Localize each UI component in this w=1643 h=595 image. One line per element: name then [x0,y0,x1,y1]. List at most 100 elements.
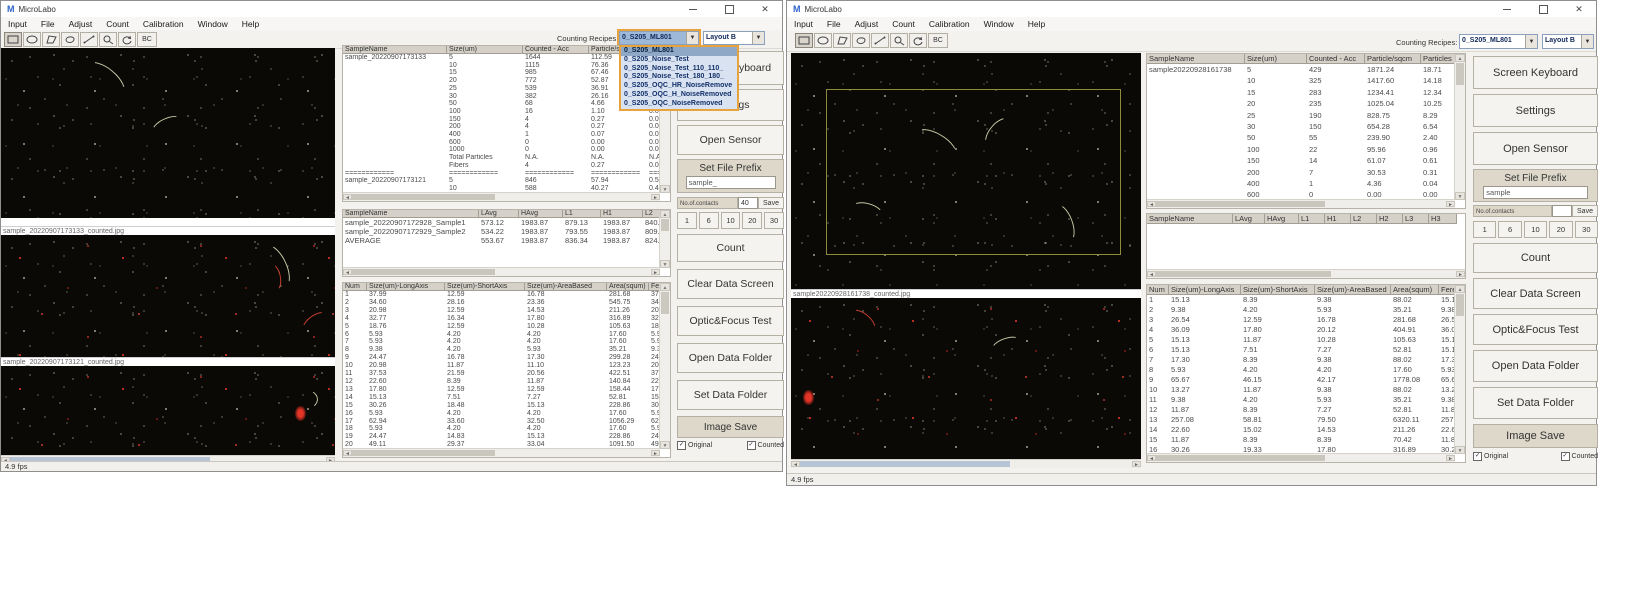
screen-keyboard-button[interactable]: Screen Keyboard [1473,56,1598,89]
menu-item[interactable]: Window [191,19,235,29]
rotate-tool-icon[interactable] [909,33,927,48]
optic-focus-test-button[interactable]: Optic&Focus Test [1473,314,1598,345]
recipe-option[interactable]: 0_S205_Noise_Test_110_110_ [621,65,737,74]
file-prefix-input[interactable] [1483,186,1587,199]
scroll-up-arrow-icon[interactable]: ▲ [660,283,670,291]
minimize-button[interactable] [1496,2,1518,16]
menu-item[interactable]: Help [235,19,266,29]
contact-count-button[interactable]: 6 [699,212,719,229]
rect-select-tool-icon[interactable] [4,32,22,47]
table-row[interactable]: NumSize(um)-LongAxisSize(um)-ShortAxisSi… [1147,285,1465,295]
table-row[interactable]: 965.6746.1542.171778.0865.6 [1147,375,1465,385]
table-row[interactable]: 717.308.399.3888.0217.3 [1147,355,1465,365]
save-button[interactable]: Save [1572,205,1598,217]
scroll-right-arrow-icon[interactable]: ► [1132,461,1141,467]
scroll-down-arrow-icon[interactable]: ▼ [1455,192,1465,200]
vertical-scrollbar[interactable]: ▲▼ [1454,285,1465,454]
scroll-left-arrow-icon[interactable]: ◄ [343,194,352,200]
recipe-option[interactable]: 0_S205_OQC_HR_NoiseRemove [621,82,737,91]
menu-item[interactable]: Help [1021,19,1052,29]
table-row[interactable]: 165.934.204.2017.605.9 [343,410,670,418]
table-row[interactable]: 89.384.205.9335.219.3 [343,346,670,354]
chevron-down-icon[interactable]: ▼ [752,32,764,44]
bc-button[interactable]: BC [137,32,157,47]
table-row[interactable]: 20040.270.0 [343,123,670,131]
counting-recipes-combobox[interactable]: 0_S205_ML801▼ [1459,34,1538,49]
table-row[interactable]: 1137.5321.5920.56422.5137 [343,370,670,378]
scroll-down-arrow-icon[interactable]: ▼ [660,260,670,268]
table-row[interactable]: 103251417.6014.18 [1147,75,1465,86]
settings-button[interactable]: Settings [1473,94,1598,127]
freeform-select-tool-icon[interactable] [61,32,79,47]
image-horizontal-scrollbar[interactable]: ◄► [791,459,1141,468]
open-sensor-button[interactable]: Open Sensor [1473,132,1598,165]
counted-checkbox[interactable]: ✓Counted [1561,452,1598,461]
scroll-right-arrow-icon[interactable]: ► [651,450,660,456]
set-file-prefix-button[interactable]: Set File Prefix [677,159,784,193]
table-row[interactable]: sample_20220907172929_Sample2534.221983.… [343,227,670,236]
table-row[interactable]: ========================================… [343,170,670,178]
counted-image-view[interactable] [791,298,1141,459]
close-button[interactable]: ✕ [1568,2,1590,16]
table-row[interactable]: 1501461.070.61 [1147,155,1465,166]
zoom-tool-icon[interactable] [99,32,117,47]
contact-count-button[interactable]: 10 [1524,221,1547,238]
table-row[interactable]: 1317.8012.5912.59158.4417 [343,386,670,394]
table-row[interactable]: 60000.000.0 [343,139,670,147]
table-row[interactable]: 1924.4714.8315.13228.8624 [343,433,670,441]
table-row[interactable]: SampleNameLAvgHAvgL1H1L2 [343,210,670,218]
table-row[interactable]: 615.137.517.2752.8115.1 [1147,345,1465,355]
table-row[interactable]: 518.7612.5910.28105.6318 [343,323,670,331]
scroll-left-arrow-icon[interactable]: ◄ [1147,271,1156,277]
horizontal-scrollbar[interactable]: ◄► [343,267,660,276]
table-row[interactable]: 29.384.205.9335.219.38 [1147,305,1465,315]
contacts-value-field[interactable]: 40 [738,197,758,209]
file-prefix-input[interactable] [686,176,776,189]
table-row[interactable]: Fibers40.270.0 [343,162,670,170]
menu-item[interactable]: File [34,19,62,29]
menu-item[interactable]: Calibration [922,19,977,29]
table-row[interactable]: 515.1311.8710.28105.6315.1 [1147,335,1465,345]
contact-count-button[interactable]: 30 [1575,221,1598,238]
scroll-up-arrow-icon[interactable]: ▲ [660,210,670,218]
live-image-view[interactable] [1,48,335,218]
close-button[interactable]: ✕ [754,2,776,16]
table-row[interactable]: 13257.0858.8179.506320.11257. [1147,415,1465,425]
table-row[interactable]: sample2022092816173854291871.2418.71 [1147,64,1465,75]
horizontal-scrollbar[interactable]: ◄► [1147,199,1455,208]
table-row[interactable]: 1211.878.397.2752.8111.8 [1147,405,1465,415]
recipe-option[interactable]: Designe_Setup [621,109,737,111]
menu-item[interactable]: Calibration [136,19,191,29]
ellipse-select-tool-icon[interactable] [23,32,41,47]
contact-count-button[interactable]: 1 [677,212,697,229]
table-row[interactable]: 1762.9433.6032.501056.2962 [343,418,670,426]
scroll-up-arrow-icon[interactable]: ▲ [1455,285,1465,293]
maximize-button[interactable] [718,2,740,16]
count-button[interactable]: Count [677,234,784,262]
open-data-folder-button[interactable]: Open Data Folder [677,343,784,373]
table-row[interactable]: 326.5412.5916.78281.6826.5 [1147,315,1465,325]
table-row[interactable]: 924.4716.7817.30299.2824 [343,354,670,362]
scroll-up-arrow-icon[interactable]: ▲ [1455,54,1465,62]
table-row[interactable]: 1013.2711.879.3888.0213.2 [1147,385,1465,395]
counted-checkbox[interactable]: ✓Counted [747,441,784,450]
menu-item[interactable]: Adjust [848,19,886,29]
set-file-prefix-button[interactable]: Set File Prefix [1473,169,1598,202]
open-sensor-button[interactable]: Open Sensor [677,125,784,155]
table-row[interactable]: 1415.137.517.2752.8115 [343,394,670,402]
optic-focus-test-button[interactable]: Optic&Focus Test [677,306,784,336]
recipe-option[interactable]: 0_S205_OQC_NoiseRemoved [621,100,737,109]
table-row[interactable]: 100000.000.0 [343,146,670,154]
table-row[interactable]: sample_20220907172928_Sample1573.121983.… [343,218,670,227]
scroll-left-arrow-icon[interactable]: ◄ [791,461,800,467]
table-row[interactable]: 40014.360.04 [1147,178,1465,189]
contact-count-button[interactable]: 20 [1549,221,1572,238]
scroll-right-arrow-icon[interactable]: ► [1456,271,1465,277]
bc-button[interactable]: BC [928,33,948,48]
image-save-button[interactable]: Image Save [677,416,784,438]
table-row[interactable]: Total ParticlesN.A.N.A.N.A. [343,154,670,162]
table-row[interactable]: 200730.530.31 [1147,167,1465,178]
table-row[interactable]: sample_20220907173121584657.940.5 [343,177,670,185]
horizontal-scrollbar[interactable]: ◄► [343,448,660,457]
layout-combobox[interactable]: Layout B▼ [1542,34,1594,49]
